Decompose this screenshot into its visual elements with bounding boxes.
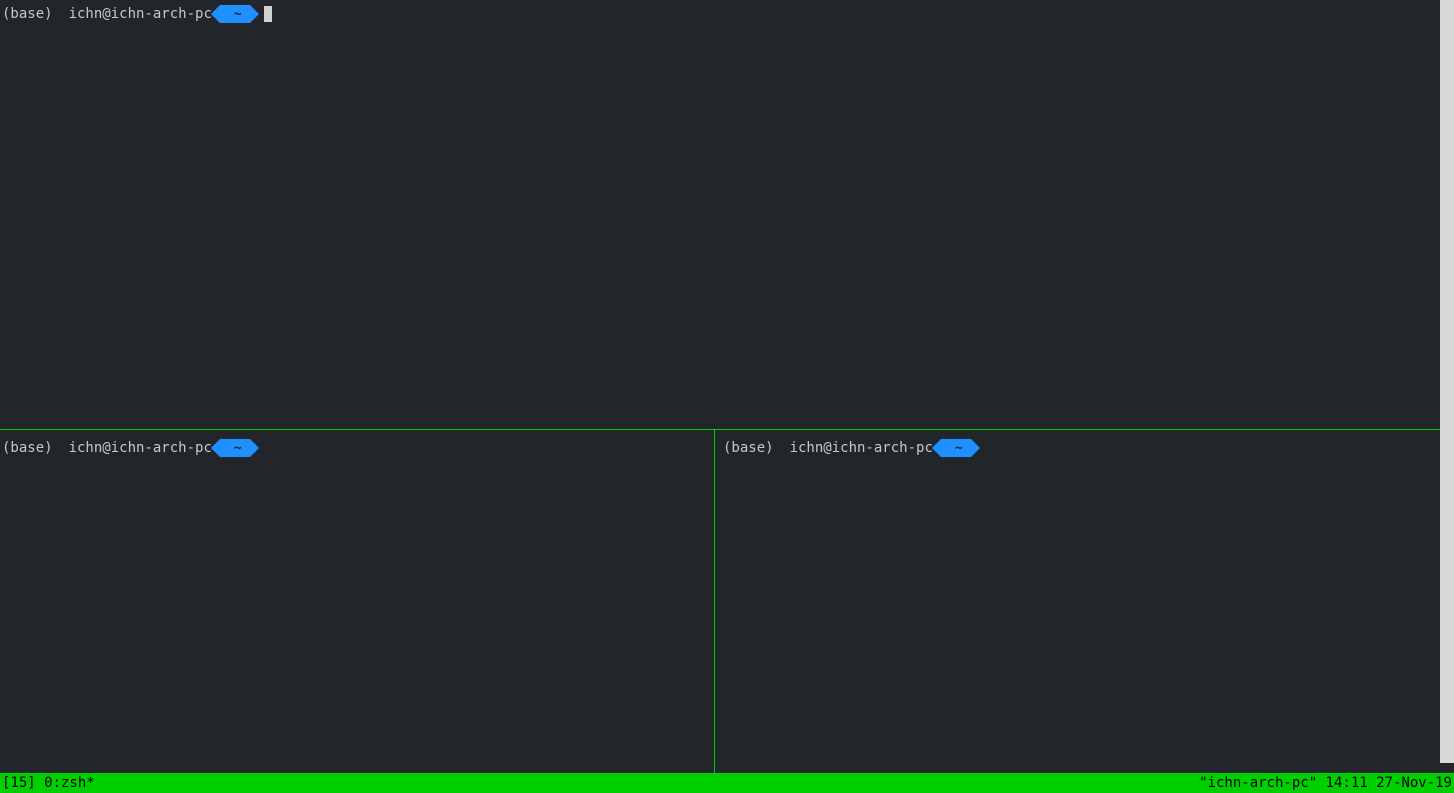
cursor-icon (264, 6, 272, 22)
prompt-line-bottom-right: (base) ichn@ichn-arch-pc ~ (715, 430, 1454, 452)
status-right: "ichn-arch-pc" 14:11 27-Nov-19 (1199, 775, 1452, 791)
prompt-cwd-badge: ~ (220, 439, 250, 457)
pane-bottom-right[interactable]: (base) ichn@ichn-arch-pc ~ (715, 430, 1454, 773)
prompt-env: (base) (2, 6, 53, 22)
scrollbar-vertical[interactable] (1440, 0, 1454, 763)
session-window-indicator: [15] 0:zsh* (2, 775, 95, 791)
pane-bottom-left[interactable]: (base) ichn@ichn-arch-pc ~ (0, 430, 714, 773)
prompt-user-host: ichn@ichn-arch-pc (790, 440, 933, 456)
prompt-cwd: ~ (955, 441, 963, 456)
pane-top[interactable]: (base) ichn@ichn-arch-pc ~ (0, 0, 1454, 429)
prompt-cwd: ~ (234, 441, 242, 456)
status-left: [15] 0:zsh* (2, 775, 95, 791)
prompt-user-host: ichn@ichn-arch-pc (69, 6, 212, 22)
tmux-status-bar[interactable]: [15] 0:zsh* "ichn-arch-pc" 14:11 27-Nov-… (0, 773, 1454, 793)
prompt-cwd-badge: ~ (220, 5, 250, 23)
hostname-datetime: "ichn-arch-pc" 14:11 27-Nov-19 (1199, 775, 1452, 791)
pane-bottom-container: (base) ichn@ichn-arch-pc ~ (base) ichn@i… (0, 430, 1454, 773)
prompt-user-host: ichn@ichn-arch-pc (69, 440, 212, 456)
prompt-env: (base) (2, 440, 53, 456)
prompt-line-top: (base) ichn@ichn-arch-pc ~ (0, 0, 1454, 22)
prompt-line-bottom-left: (base) ichn@ichn-arch-pc ~ (0, 430, 714, 452)
prompt-cwd: ~ (234, 7, 242, 22)
prompt-env: (base) (723, 440, 774, 456)
prompt-cwd-badge: ~ (941, 439, 971, 457)
terminal-container: (base) ichn@ichn-arch-pc ~ (base) ichn@i… (0, 0, 1454, 773)
